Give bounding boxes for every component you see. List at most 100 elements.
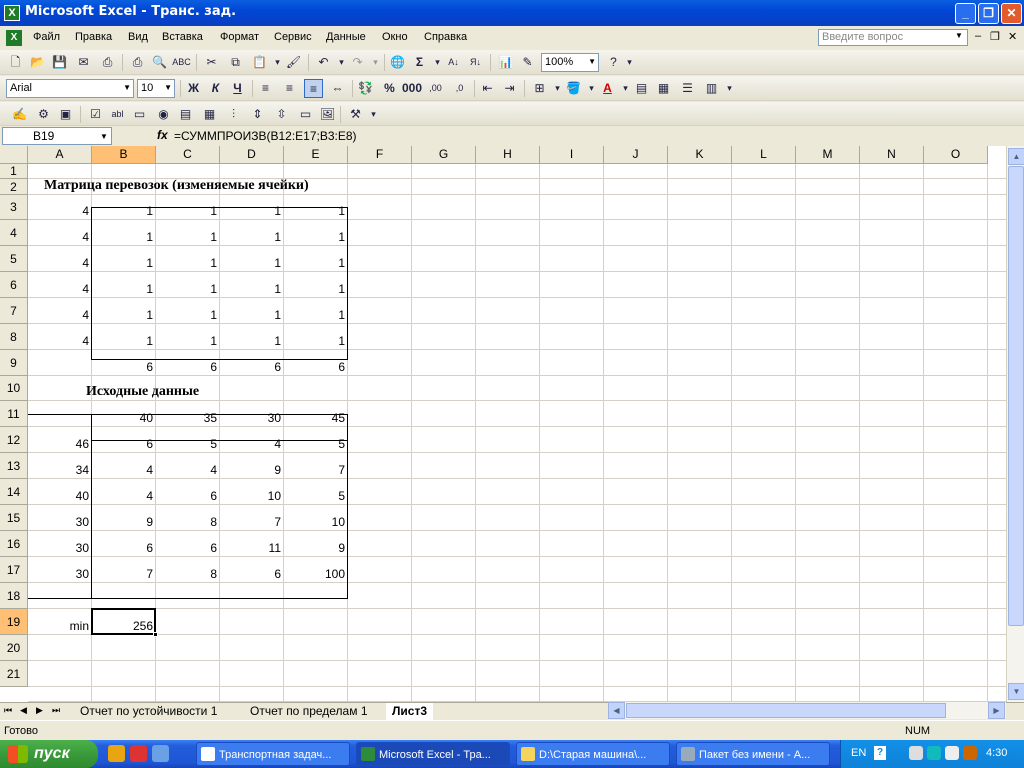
formatting-options-icon[interactable]: ▾	[720, 79, 739, 98]
spelling-icon[interactable]: ABC	[172, 53, 191, 72]
cell-e14[interactable]: 5	[284, 488, 347, 504]
cell-d9[interactable]: 6	[220, 359, 283, 375]
cell-e4[interactable]: 1	[284, 229, 347, 245]
cell-a5[interactable]: 4	[28, 255, 91, 271]
active-cell-selection[interactable]	[91, 608, 158, 637]
columns-icon[interactable]: ▥	[702, 79, 721, 98]
drawing-icon[interactable]: ✎	[518, 53, 537, 72]
cell-e7[interactable]: 1	[284, 307, 347, 323]
picture-control-icon[interactable]: 🖼	[318, 105, 337, 124]
copy-icon[interactable]: ⧉	[226, 53, 245, 72]
cell-d12[interactable]: 4	[220, 436, 283, 452]
groupbox-control-icon[interactable]: ⚙	[34, 105, 53, 124]
cell-e16[interactable]: 9	[284, 540, 347, 556]
new-icon[interactable]: 🗋	[6, 53, 25, 72]
underline-button[interactable]: Ч	[228, 79, 247, 98]
quicklaunch-ie-icon[interactable]	[152, 745, 169, 762]
doc-close-icon[interactable]: ✕	[1008, 30, 1017, 43]
align-left-icon[interactable]: ≡	[256, 79, 275, 98]
preview-icon[interactable]: 🔍	[150, 53, 169, 72]
cell-b17[interactable]: 7	[92, 566, 155, 582]
bold-button[interactable]: Ж	[184, 79, 203, 98]
restore-button[interactable]: ❐	[978, 3, 999, 24]
sheet-tab-sensitivity[interactable]: Отчет по устойчивости 1	[74, 703, 223, 720]
forms-options-icon[interactable]: ▾	[364, 105, 383, 124]
fill-handle[interactable]	[153, 632, 158, 637]
column-header-j[interactable]: J	[604, 146, 668, 164]
task-word-document[interactable]: Транспортная задач...	[196, 742, 350, 766]
editbox-control-icon[interactable]: abl	[108, 105, 127, 124]
scroll-right-button[interactable]: ▶	[988, 702, 1005, 719]
scroll-up-button[interactable]: ▲	[1008, 148, 1024, 165]
row-header-10[interactable]: 10	[0, 376, 28, 401]
increase-indent-icon[interactable]: ⇥	[500, 79, 519, 98]
zoom-combo[interactable]: 100% ▼	[541, 53, 599, 72]
cell-d11[interactable]: 30	[220, 410, 283, 426]
cell-a3[interactable]: 4	[28, 203, 91, 219]
column-header-h[interactable]: H	[476, 146, 540, 164]
column-header-k[interactable]: K	[668, 146, 732, 164]
toolbar-options-icon[interactable]: ▾	[620, 53, 639, 72]
save-icon[interactable]: 💾	[50, 53, 69, 72]
cell-c9[interactable]: 6	[156, 359, 219, 375]
row-header-8[interactable]: 8	[0, 324, 28, 350]
row-header-5[interactable]: 5	[0, 246, 28, 272]
paste-icon[interactable]: 📋	[250, 53, 269, 72]
sort-descending-icon[interactable]: Я↓	[466, 53, 485, 72]
prev-sheet-icon[interactable]: ◀	[20, 705, 27, 716]
quicklaunch-winamp-icon[interactable]	[108, 745, 125, 762]
last-sheet-icon[interactable]: ⏭	[52, 705, 60, 716]
comma-style-icon[interactable]: 000	[402, 79, 422, 98]
menu-format[interactable]: Формат	[220, 31, 259, 43]
ask-dropdown-icon[interactable]: ▼	[955, 31, 963, 40]
worksheet-grid[interactable]: ABCDEFGHIJKLMNO 1 2 3 4 5 6 7 8 9 10 11 12 13 14 15 16 1…	[0, 146, 1006, 702]
row-header-1[interactable]: 1	[0, 164, 28, 179]
workbook-icon[interactable]: X	[6, 30, 22, 46]
row-header-3[interactable]: 3	[0, 195, 28, 220]
cell-d3[interactable]: 1	[220, 203, 283, 219]
font-size-combo[interactable]: 10 ▼	[137, 79, 175, 98]
cell-b8[interactable]: 1	[92, 333, 155, 349]
cell-b4[interactable]: 1	[92, 229, 155, 245]
open-icon[interactable]: 📂	[28, 53, 47, 72]
cell-d16[interactable]: 11	[220, 540, 283, 556]
cell-c16[interactable]: 6	[156, 540, 219, 556]
align-right-icon[interactable]: ≡	[304, 79, 323, 98]
button-control-icon[interactable]: ▣	[56, 105, 75, 124]
column-header-f[interactable]: F	[348, 146, 412, 164]
print-icon[interactable]: ⎙	[128, 53, 147, 72]
cell-e8[interactable]: 1	[284, 333, 347, 349]
row-header-21[interactable]: 21	[0, 661, 28, 687]
list-icon[interactable]: ☰	[678, 79, 697, 98]
scroll-left-button[interactable]: ◀	[608, 702, 625, 719]
cell-a6[interactable]: 4	[28, 281, 91, 297]
menu-view[interactable]: Вид	[128, 31, 148, 43]
horizontal-scrollbar[interactable]: ◀ ▶	[608, 702, 1006, 719]
hyperlink-icon[interactable]: 🌐	[388, 53, 407, 72]
cell-d14[interactable]: 10	[220, 488, 283, 504]
row-header-18[interactable]: 18	[0, 583, 28, 609]
cell-c14[interactable]: 6	[156, 488, 219, 504]
tray-network-icon[interactable]	[909, 746, 923, 760]
cell-b13[interactable]: 4	[92, 462, 155, 478]
cell-d5[interactable]: 1	[220, 255, 283, 271]
close-button[interactable]: ✕	[1001, 3, 1022, 24]
select-all-corner[interactable]	[0, 146, 28, 164]
column-header-o[interactable]: O	[924, 146, 988, 164]
name-box-dropdown-icon[interactable]: ▼	[100, 132, 108, 141]
cell-b6[interactable]: 1	[92, 281, 155, 297]
vertical-scroll-thumb[interactable]	[1008, 166, 1024, 626]
name-box[interactable]: B19	[2, 127, 112, 145]
form-icon[interactable]: ▤	[632, 79, 651, 98]
cell-b3[interactable]: 1	[92, 203, 155, 219]
undo-icon[interactable]: ↶	[314, 53, 333, 72]
row-header-13[interactable]: 13	[0, 453, 28, 479]
cell-d13[interactable]: 9	[220, 462, 283, 478]
task-package[interactable]: Пакет без имени - А...	[676, 742, 830, 766]
permission-icon[interactable]: ✉	[74, 53, 93, 72]
row-header-16[interactable]: 16	[0, 531, 28, 557]
cell-c7[interactable]: 1	[156, 307, 219, 323]
menu-edit[interactable]: Правка	[75, 31, 112, 43]
fill-color-icon[interactable]: 🪣	[564, 79, 583, 98]
column-header-d[interactable]: D	[220, 146, 284, 164]
